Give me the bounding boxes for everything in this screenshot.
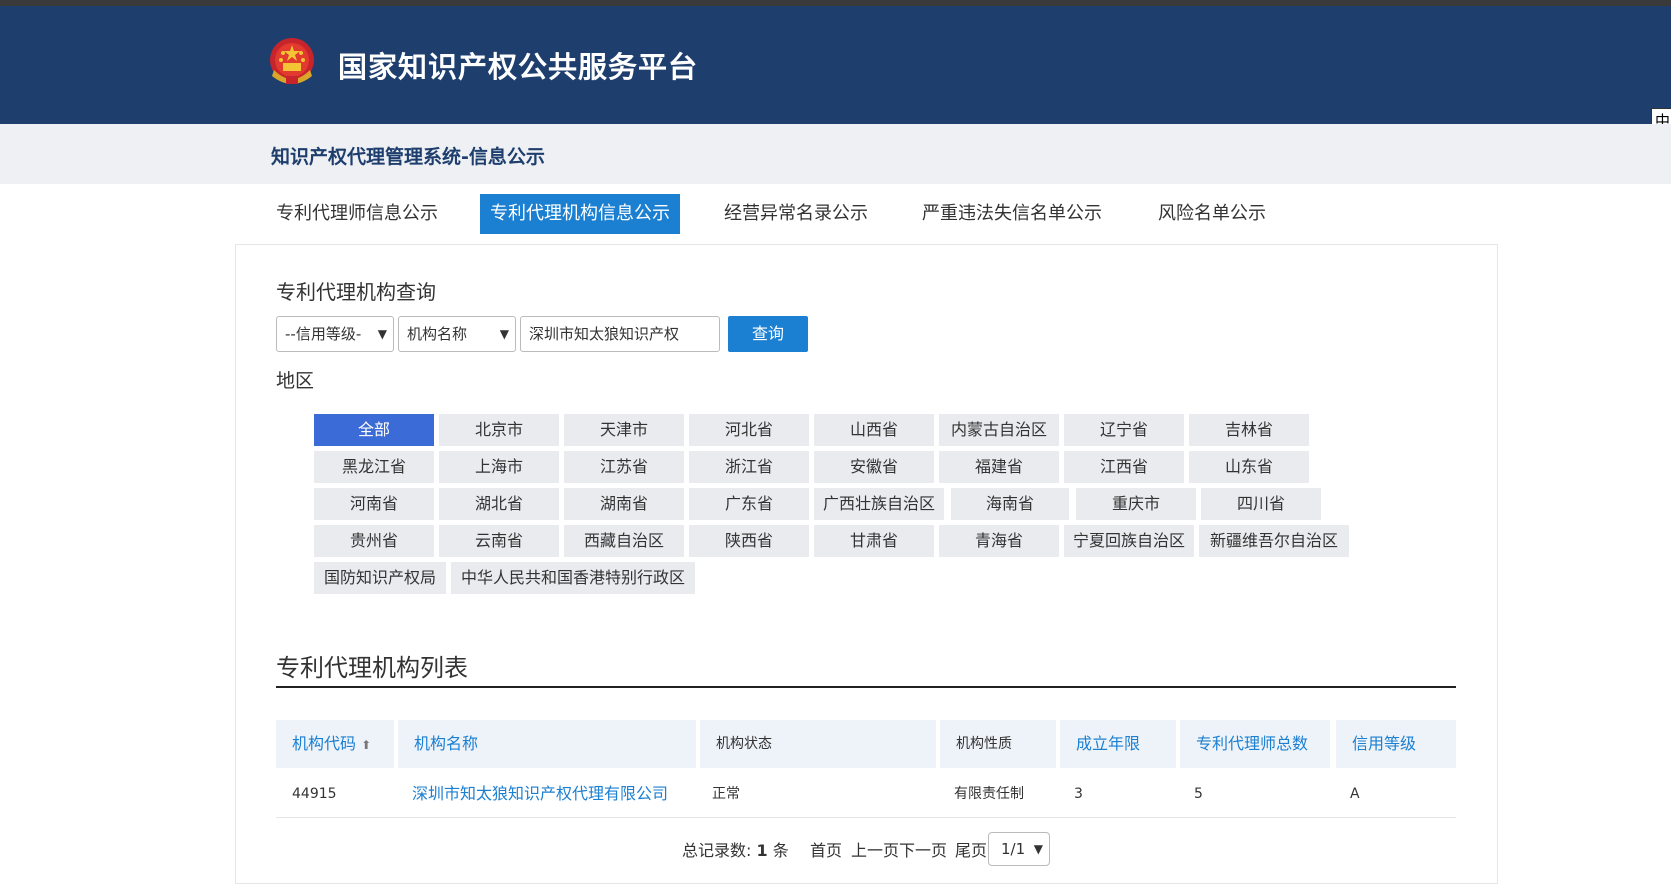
region-button[interactable]: 广西壮族自治区 xyxy=(814,488,944,520)
site-header xyxy=(0,6,1671,124)
tab-agency-info[interactable]: 专利代理机构信息公示 xyxy=(480,194,680,234)
region-button[interactable]: 贵州省 xyxy=(314,525,434,557)
chevron-down-icon: ▼ xyxy=(377,327,387,341)
credit-level-select[interactable]: --信用等级- ▼ xyxy=(276,316,394,352)
region-button[interactable]: 云南省 xyxy=(439,525,559,557)
region-button[interactable]: 上海市 xyxy=(439,451,559,483)
region-button[interactable]: 新疆维吾尔自治区 xyxy=(1199,525,1349,557)
region-button[interactable]: 山东省 xyxy=(1189,451,1309,483)
region-button[interactable]: 西藏自治区 xyxy=(564,525,684,557)
subheader-bar xyxy=(0,124,1671,184)
region-button[interactable]: 江苏省 xyxy=(564,451,684,483)
cell-type: 有限责任制 xyxy=(954,786,1024,802)
column-header-name[interactable]: 机构名称 xyxy=(398,720,696,768)
total-records: 总记录数: 1 条 xyxy=(682,836,789,866)
region-button[interactable]: 内蒙古自治区 xyxy=(939,414,1059,446)
page-select[interactable]: 1/1 ▼ xyxy=(988,832,1050,866)
column-header-agent-count[interactable]: 专利代理师总数 xyxy=(1180,720,1330,768)
region-button[interactable]: 国防知识产权局 xyxy=(314,562,446,594)
total-value: 1 xyxy=(756,841,768,860)
list-title-divider xyxy=(276,686,1456,688)
total-label: 总记录数: xyxy=(682,841,752,860)
region-button[interactable]: 海南省 xyxy=(951,488,1069,520)
cell-years: 3 xyxy=(1074,786,1083,802)
site-title: 国家知识产权公共服务平台 xyxy=(338,50,699,84)
region-button[interactable]: 黑龙江省 xyxy=(314,451,434,483)
search-field-select[interactable]: 机构名称 ▼ xyxy=(398,316,516,352)
first-page-link[interactable]: 首页 xyxy=(810,836,842,866)
tab-abnormal-list[interactable]: 经营异常名录公示 xyxy=(714,194,878,234)
region-button[interactable]: 天津市 xyxy=(564,414,684,446)
column-header-credit[interactable]: 信用等级 xyxy=(1336,720,1456,768)
column-header-type: 机构性质 xyxy=(940,720,1056,768)
region-button[interactable]: 江西省 xyxy=(1064,451,1184,483)
cell-agent-count: 5 xyxy=(1194,786,1203,802)
region-button[interactable]: 福建省 xyxy=(939,451,1059,483)
search-button[interactable]: 查询 xyxy=(728,316,808,352)
total-unit: 条 xyxy=(772,841,789,860)
chevron-down-icon: ▼ xyxy=(1033,842,1043,856)
column-header-years[interactable]: 成立年限 xyxy=(1060,720,1176,768)
credit-level-value: --信用等级- xyxy=(285,325,362,343)
agency-name-link[interactable]: 深圳市知太狼知识产权代理有限公司 xyxy=(396,774,668,814)
list-title: 专利代理机构列表 xyxy=(276,654,468,682)
region-button[interactable]: 河北省 xyxy=(689,414,809,446)
region-button[interactable]: 青海省 xyxy=(939,525,1059,557)
next-page-link[interactable]: 下一页 xyxy=(899,836,947,866)
row-divider xyxy=(276,817,1456,818)
tab-risk-list[interactable]: 风险名单公示 xyxy=(1148,194,1276,234)
national-emblem-icon xyxy=(270,38,314,84)
region-button[interactable]: 广东省 xyxy=(689,488,809,520)
region-button[interactable]: 宁夏回族自治区 xyxy=(1064,525,1194,557)
sort-arrow-icon: ⬆ xyxy=(361,738,372,752)
chevron-down-icon: ▼ xyxy=(499,327,509,341)
tab-dishonest-list[interactable]: 严重违法失信名单公示 xyxy=(912,194,1112,234)
cell-code: 44915 xyxy=(292,786,337,802)
column-header-label: 机构代码 xyxy=(292,734,357,753)
search-field-value: 机构名称 xyxy=(407,325,468,343)
region-button[interactable]: 湖南省 xyxy=(564,488,684,520)
search-input[interactable]: 深圳市知太狼知识产权 xyxy=(520,316,720,352)
region-button[interactable]: 中华人民共和国香港特别行政区 xyxy=(451,562,695,594)
cell-status: 正常 xyxy=(712,786,740,802)
query-title: 专利代理机构查询 xyxy=(276,280,436,304)
region-button[interactable]: 浙江省 xyxy=(689,451,809,483)
region-button[interactable]: 重庆市 xyxy=(1076,488,1196,520)
last-page-link[interactable]: 尾页 xyxy=(955,836,987,866)
region-button[interactable]: 山西省 xyxy=(814,414,934,446)
region-button[interactable]: 陕西省 xyxy=(689,525,809,557)
region-button[interactable]: 甘肃省 xyxy=(814,525,934,557)
prev-page-link[interactable]: 上一页 xyxy=(851,836,899,866)
region-button[interactable]: 四川省 xyxy=(1201,488,1321,520)
system-title: 知识产权代理管理系统-信息公示 xyxy=(271,146,545,168)
region-button[interactable]: 吉林省 xyxy=(1189,414,1309,446)
page-select-value: 1/1 xyxy=(1001,840,1026,858)
region-button[interactable]: 全部 xyxy=(314,414,434,446)
column-header-status: 机构状态 xyxy=(700,720,936,768)
region-button[interactable]: 北京市 xyxy=(439,414,559,446)
region-label: 地区 xyxy=(276,370,315,392)
region-button[interactable]: 湖北省 xyxy=(439,488,559,520)
tab-agent-info[interactable]: 专利代理师信息公示 xyxy=(266,194,448,234)
column-header-code[interactable]: 机构代码 ⬆ xyxy=(276,720,394,768)
region-button[interactable]: 安徽省 xyxy=(814,451,934,483)
region-button[interactable]: 辽宁省 xyxy=(1064,414,1184,446)
region-button[interactable]: 河南省 xyxy=(314,488,434,520)
cell-credit: A xyxy=(1350,786,1360,802)
